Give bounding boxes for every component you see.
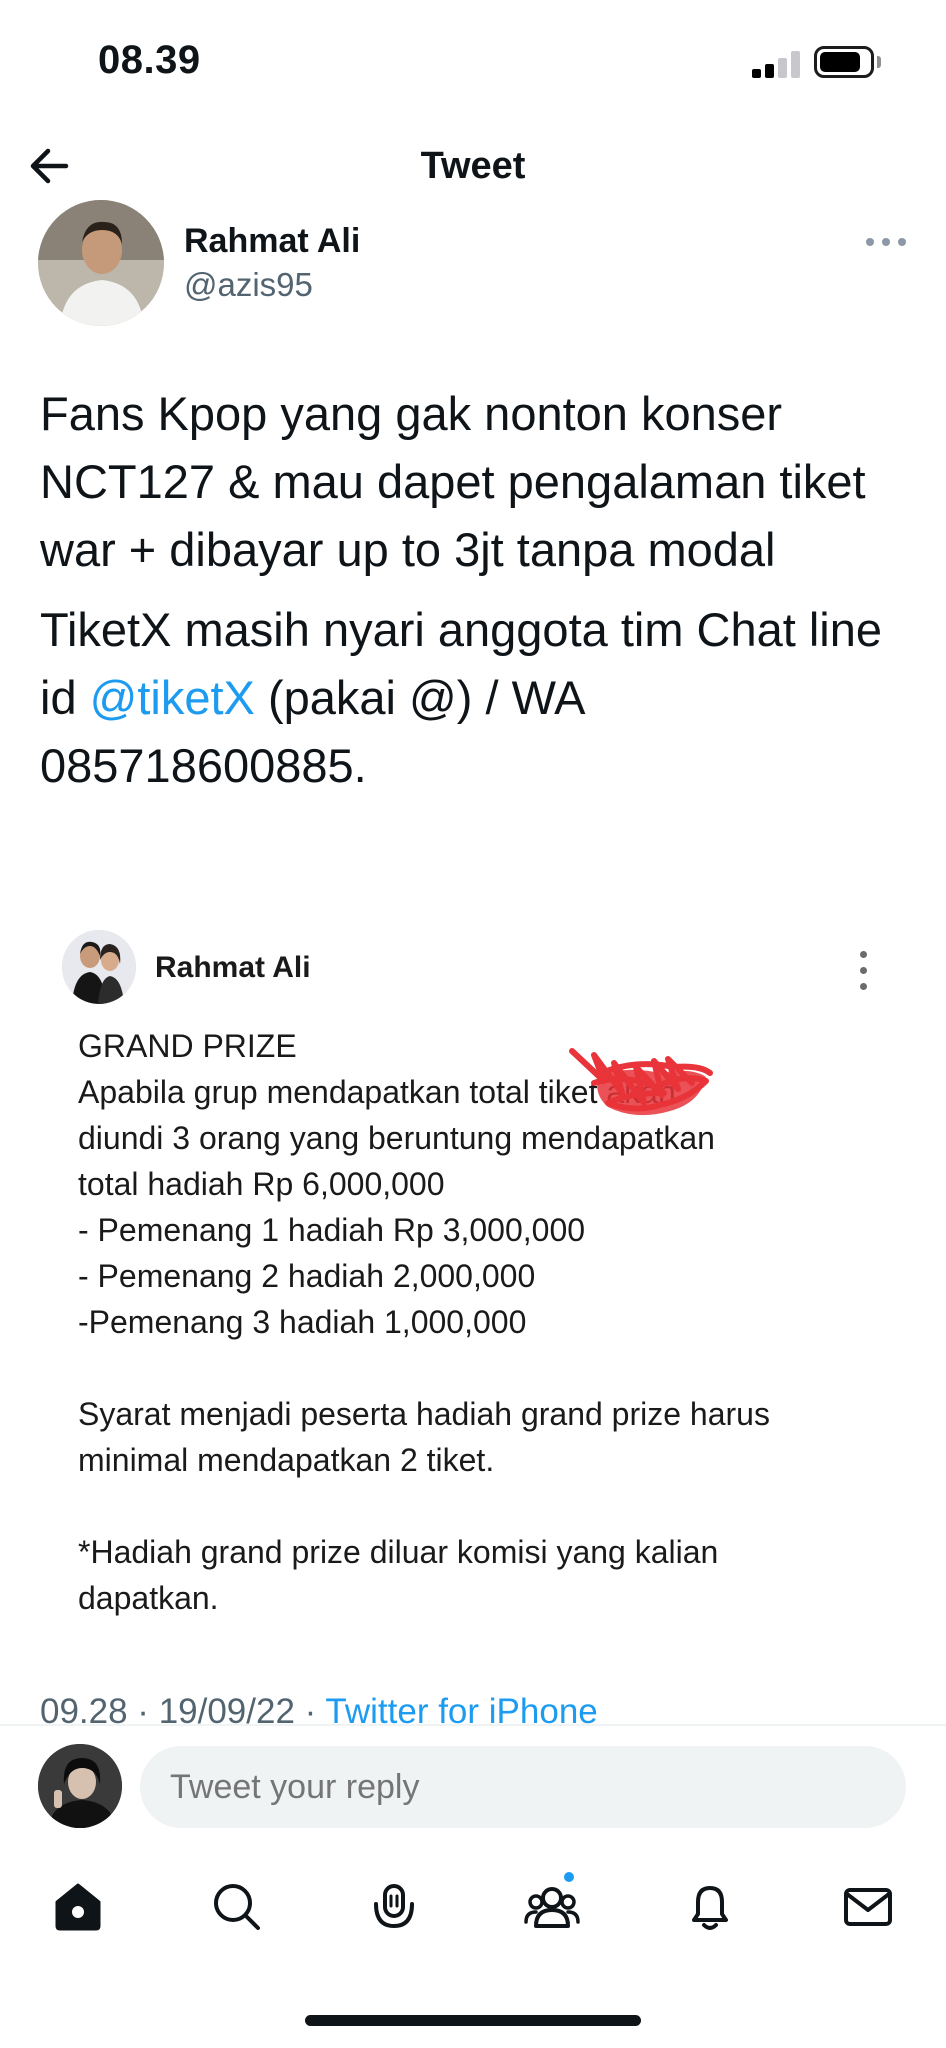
- notification-dot: [562, 1870, 576, 1884]
- more-options-icon[interactable]: [862, 232, 912, 252]
- tweet-source-link[interactable]: Twitter for iPhone: [325, 1692, 597, 1724]
- notifications-icon[interactable]: [680, 1876, 740, 1936]
- author-handle[interactable]: @azis95: [184, 266, 313, 304]
- tweet-meta-clip: 09.28 · 19/09/22 · Twitter for iPhone: [0, 1690, 946, 1724]
- tweet-meta: 09.28 · 19/09/22 · Twitter for iPhone: [40, 1692, 598, 1724]
- battery-icon: [814, 46, 874, 78]
- attached-image[interactable]: Rahmat Ali GRAND PRIZE Apabila grup mend…: [40, 905, 906, 1685]
- page-title: Tweet: [420, 145, 526, 187]
- author-avatar[interactable]: [38, 200, 164, 326]
- home-icon[interactable]: [48, 1876, 108, 1936]
- battery-cap: [877, 56, 881, 68]
- mention-link[interactable]: @tiketX: [90, 671, 255, 724]
- tweet-text: Fans Kpop yang gak nonton konser NCT127 …: [40, 380, 920, 800]
- divider: [0, 1724, 946, 1726]
- search-icon[interactable]: [206, 1876, 266, 1936]
- embedded-author-avatar: [62, 930, 136, 1004]
- spaces-icon[interactable]: [364, 1876, 424, 1936]
- author-name[interactable]: Rahmat Ali: [184, 222, 360, 261]
- communities-icon[interactable]: [522, 1870, 582, 1936]
- embedded-post-text: GRAND PRIZE Apabila grup mendapatkan tot…: [78, 1028, 770, 1616]
- tweet-paragraph-2: TiketX masih nyari anggota tim Chat line…: [40, 596, 920, 800]
- status-time: 08.39: [98, 38, 201, 82]
- redaction-scribble: [569, 1048, 713, 1116]
- embedded-author-name: Rahmat Ali: [155, 951, 311, 984]
- embedded-more-icon: [855, 949, 871, 993]
- user-avatar[interactable]: [38, 1744, 122, 1828]
- tweet-timestamp: 09.28 · 19/09/22 ·: [40, 1692, 326, 1724]
- home-indicator[interactable]: [305, 2015, 641, 2026]
- cellular-signal-icon: [752, 50, 802, 78]
- messages-icon[interactable]: [838, 1876, 898, 1936]
- tweet-paragraph-1: Fans Kpop yang gak nonton konser NCT127 …: [40, 387, 866, 576]
- reply-input[interactable]: [140, 1746, 906, 1828]
